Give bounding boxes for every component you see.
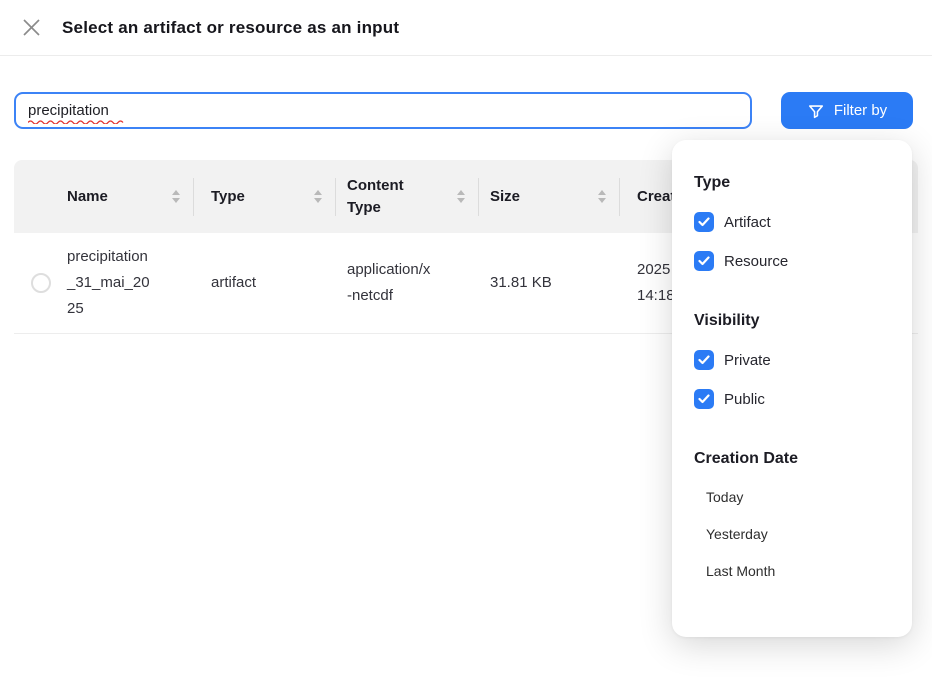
filter-section-creation-date: Creation Date Today Yesterday Last Month [694,450,890,578]
search-input-value: precipitation [28,101,109,121]
cell-content-type: application/x -netcdf [336,257,479,309]
filter-option-public[interactable]: Public [694,389,890,409]
close-icon[interactable] [19,16,43,40]
cell-name: precipitation _31_mai_20 25 [67,244,194,322]
column-header-name[interactable]: Name [67,160,194,233]
row-radio-button[interactable] [31,273,51,293]
filter-option-last-month[interactable]: Last Month [694,564,890,578]
cell-type: artifact [194,270,336,296]
filter-option-private[interactable]: Private [694,350,890,370]
filter-section-type: Type Artifact Resource [694,174,890,271]
checkbox-icon[interactable] [694,389,714,409]
funnel-icon [807,102,825,120]
filter-option-today[interactable]: Today [694,490,890,504]
filter-option-resource[interactable]: Resource [694,251,890,271]
column-header-type[interactable]: Type [194,160,336,233]
filter-option-artifact[interactable]: Artifact [694,212,890,232]
spellcheck-squiggle [28,119,124,124]
filter-section-title: Type [694,174,890,192]
filter-section-visibility: Visibility Private Public [694,312,890,409]
checkbox-icon[interactable] [694,350,714,370]
sort-icon[interactable] [598,190,606,203]
cell-size: 31.81 KB [479,270,620,296]
dialog-title: Select an artifact or resource as an inp… [62,18,399,38]
filter-section-title: Visibility [694,312,890,330]
column-header-content-type[interactable]: Content Type [336,160,479,233]
header-select-column [14,160,67,233]
filter-by-button[interactable]: Filter by [781,92,913,129]
dialog-titlebar: Select an artifact or resource as an inp… [0,0,932,56]
search-input[interactable]: precipitation [14,92,752,129]
filter-dropdown-panel: Type Artifact Resource Visibility Privat… [672,140,912,637]
filter-section-title: Creation Date [694,450,890,468]
toolbar: precipitation Filter by [14,92,913,129]
sort-icon[interactable] [314,190,322,203]
column-header-size[interactable]: Size [479,160,620,233]
sort-icon[interactable] [172,190,180,203]
filter-by-label: Filter by [834,102,887,119]
checkbox-icon[interactable] [694,212,714,232]
checkbox-icon[interactable] [694,251,714,271]
filter-option-yesterday[interactable]: Yesterday [694,527,890,541]
sort-icon[interactable] [457,190,465,203]
